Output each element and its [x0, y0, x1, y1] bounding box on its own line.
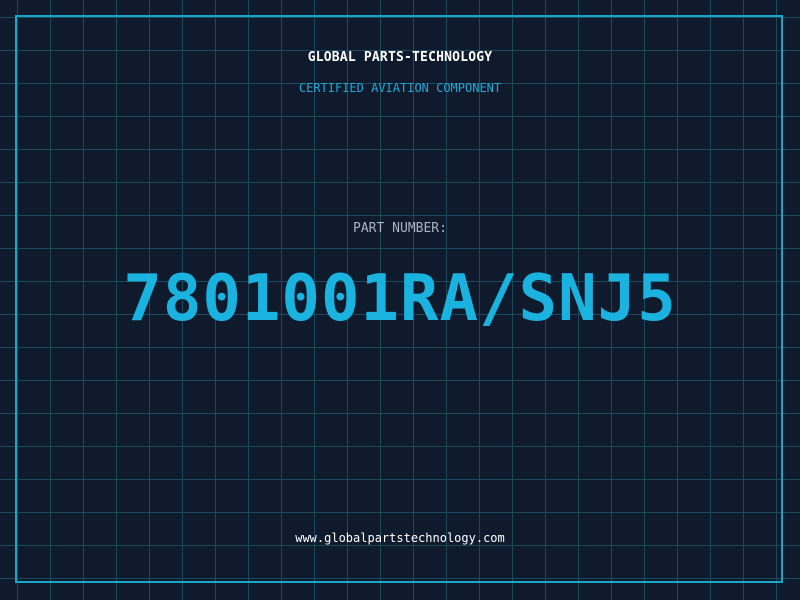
part-label-page: { "header": { "company": "GLOBAL PARTS-T…: [0, 0, 800, 600]
part-number-value: 7801001RA/SNJ5: [123, 262, 677, 336]
website-url: www.globalpartstechnology.com: [295, 531, 505, 545]
company-name: GLOBAL PARTS-TECHNOLOGY: [307, 50, 493, 65]
part-number-label: PART NUMBER:: [353, 221, 447, 236]
certification-tagline: CERTIFIED AVIATION COMPONENT: [298, 81, 502, 95]
